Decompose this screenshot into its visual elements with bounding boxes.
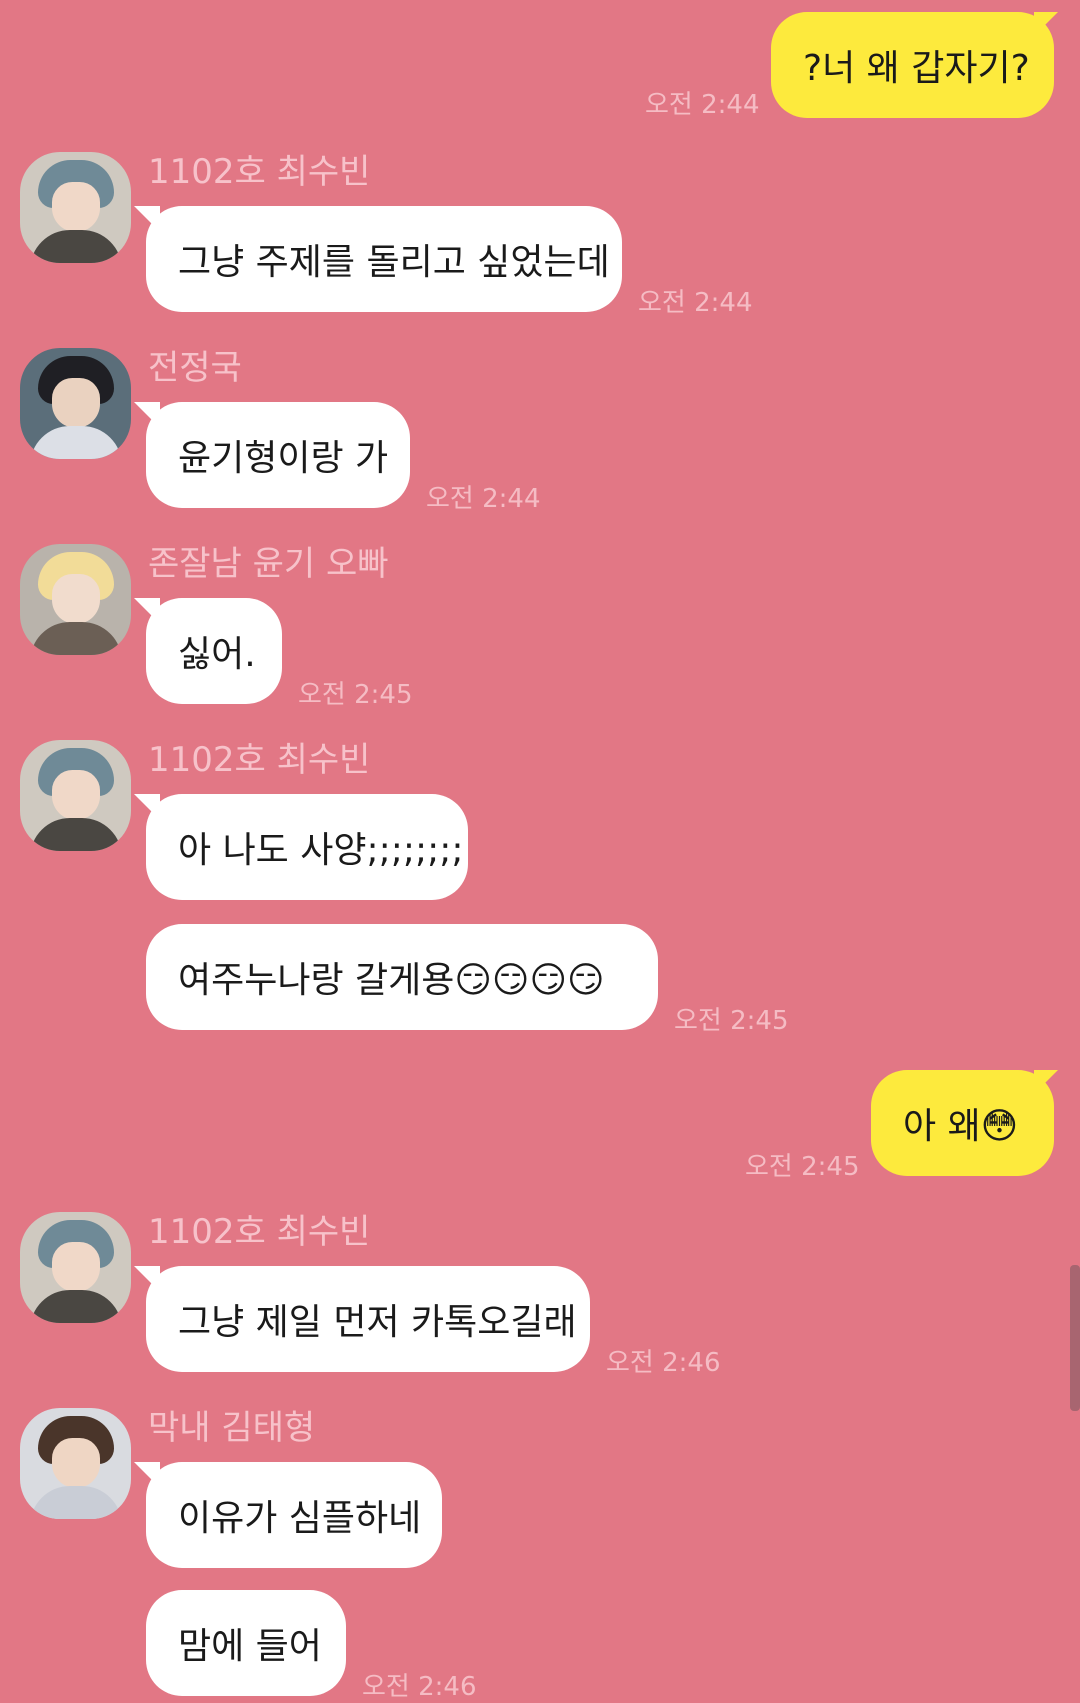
message-bubble-outgoing[interactable]: ?너 왜 갑자기? (771, 12, 1054, 118)
message-timestamp: 오전 2:46 (362, 1672, 477, 1702)
message-bubble-incoming[interactable]: 그냥 제일 먼저 카톡오길래 (146, 1266, 590, 1372)
message-bubble-outgoing[interactable]: 아 왜😳 (871, 1070, 1054, 1176)
sender-name: 존잘남 윤기 오빠 (148, 544, 389, 584)
message-timestamp: 오전 2:45 (674, 1006, 789, 1036)
message-timestamp: 오전 2:46 (606, 1348, 721, 1378)
message-text: 아 왜😳 (903, 1106, 1019, 1147)
message-text: 이유가 심플하네 (178, 1498, 422, 1539)
sender-name: 1102호 최수빈 (148, 740, 371, 780)
avatar[interactable] (20, 740, 131, 851)
message-text: 아 나도 사양;;;;;;;; (178, 830, 464, 871)
avatar[interactable] (20, 348, 131, 459)
sender-name: 1102호 최수빈 (148, 1212, 371, 1252)
message-text: 윤기형이랑 가 (178, 438, 389, 479)
message-timestamp: 오전 2:44 (645, 90, 760, 120)
message-bubble-incoming[interactable]: 그냥 주제를 돌리고 싶었는데 (146, 206, 622, 312)
message-text: 싫어. (178, 634, 256, 675)
message-bubble-incoming[interactable]: 아 나도 사양;;;;;;;; (146, 794, 468, 900)
message-bubble-incoming[interactable]: 싫어. (146, 598, 282, 704)
avatar[interactable] (20, 544, 131, 655)
message-timestamp: 오전 2:44 (426, 484, 541, 514)
message-bubble-incoming[interactable]: 여주누나랑 갈게용😏😏😏😏 (146, 924, 658, 1030)
message-text: 그냥 제일 먼저 카톡오길래 (178, 1302, 577, 1343)
message-bubble-incoming[interactable]: 윤기형이랑 가 (146, 402, 410, 508)
avatar[interactable] (20, 152, 131, 263)
message-text: 그냥 주제를 돌리고 싶었는데 (178, 242, 610, 283)
message-timestamp: 오전 2:44 (638, 288, 753, 318)
message-bubble-incoming[interactable]: 맘에 들어 (146, 1590, 346, 1696)
sender-name: 전정국 (148, 348, 242, 388)
message-text: 여주누나랑 갈게용😏😏😏😏 (178, 960, 605, 1001)
chat-room[interactable]: ?너 왜 갑자기? 오전 2:44 1102호 최수빈 그냥 주제를 돌리고 싶… (0, 0, 1080, 1702)
avatar[interactable] (20, 1212, 131, 1323)
message-timestamp: 오전 2:45 (745, 1152, 860, 1182)
message-text: ?너 왜 갑자기? (803, 48, 1030, 89)
message-timestamp: 오전 2:45 (298, 680, 413, 710)
sender-name: 1102호 최수빈 (148, 152, 371, 192)
avatar[interactable] (20, 1408, 131, 1519)
message-bubble-incoming[interactable]: 이유가 심플하네 (146, 1462, 442, 1568)
message-text: 맘에 들어 (178, 1626, 322, 1667)
sender-name: 막내 김태형 (148, 1408, 316, 1448)
scrollbar[interactable] (1070, 1265, 1080, 1411)
